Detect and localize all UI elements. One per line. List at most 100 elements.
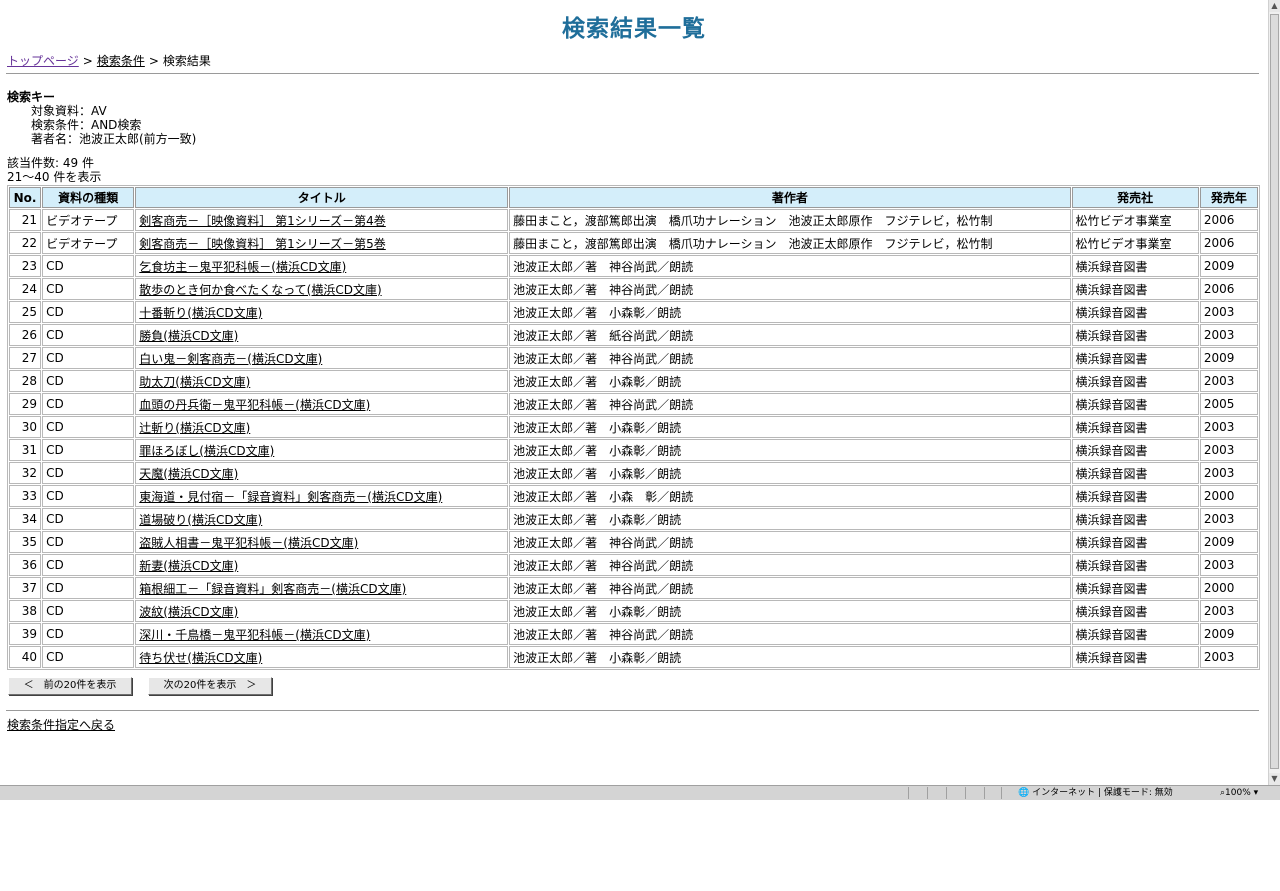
status-cell: [927, 787, 946, 799]
cell-publisher: 横浜録音図書: [1071, 531, 1199, 553]
cell-publisher: 横浜録音図書: [1071, 462, 1199, 484]
cell-no: 26: [9, 324, 42, 346]
results-table: No. 資料の種類 タイトル 著作者 発売社 発売年 21 ビデオテープ 剣客商売－…: [7, 185, 1260, 670]
title-link[interactable]: 剣客商売－［映像資料］ 第1シリーズ－第4巻: [139, 214, 386, 228]
cell-type: CD: [42, 600, 135, 622]
cell-type: CD: [42, 646, 135, 668]
search-key-condition: 検索条件：AND検索: [31, 118, 142, 132]
breadcrumb-search-conditions-link[interactable]: 検索条件: [97, 54, 145, 68]
status-bar: 🌐 インターネット | 保護モード: 無効 ⌕100% ▾: [0, 785, 1280, 800]
cell-type: CD: [42, 255, 135, 277]
divider: [6, 73, 1259, 74]
cell-type: CD: [42, 623, 135, 645]
prev-page-button[interactable]: ＜ 前の20件を表示: [8, 677, 132, 695]
col-header-year: 発売年: [1199, 187, 1258, 208]
title-link[interactable]: 血頭の丹兵衛－鬼平犯科帳－(横浜CD文庫): [139, 398, 370, 412]
cell-year: 2003: [1199, 600, 1258, 622]
title-link[interactable]: 剣客商売－［映像資料］ 第1シリーズ－第5巻: [139, 237, 386, 251]
cell-no: 38: [9, 600, 42, 622]
cell-year: 2006: [1199, 209, 1258, 231]
cell-year: 2005: [1199, 393, 1258, 415]
breadcrumb-current: 検索結果: [162, 54, 211, 68]
cell-title: 助太刀(横浜CD文庫): [135, 370, 509, 392]
title-link[interactable]: 深川・千鳥橋－鬼平犯科帳－(横浜CD文庫): [139, 628, 370, 642]
cell-publisher: 横浜録音図書: [1071, 439, 1199, 461]
title-link[interactable]: 新妻(横浜CD文庫): [139, 559, 238, 573]
title-link[interactable]: 罪ほろぼし(横浜CD文庫): [139, 444, 274, 458]
cell-author: 池波正太郎／著 神谷尚武／朗読: [509, 577, 1071, 599]
breadcrumb-top-link[interactable]: トップページ: [7, 54, 79, 68]
cell-author: 藤田まこと，渡部篤郎出演 橋爪功ナレーション 池波正太郎原作 フジテレビ，松竹制: [509, 209, 1071, 231]
table-row: 24 CD 散歩のとき何か食べたくなって(横浜CD文庫) 池波正太郎／著 神谷尚武／朗…: [9, 278, 1258, 300]
title-link[interactable]: 散歩のとき何か食べたくなって(横浜CD文庫): [139, 283, 381, 297]
cell-no: 33: [9, 485, 42, 507]
title-link[interactable]: 助太刀(横浜CD文庫): [139, 375, 250, 389]
cell-no: 34: [9, 508, 42, 530]
title-link[interactable]: 天魔(横浜CD文庫): [139, 467, 238, 481]
cell-year: 2009: [1199, 255, 1258, 277]
table-row: 35 CD 盗賊人相書－鬼平犯科帳－(横浜CD文庫) 池波正太郎／著 神谷尚武／朗読横…: [9, 531, 1258, 553]
cell-year: 2003: [1199, 554, 1258, 576]
title-link[interactable]: 辻斬り(横浜CD文庫): [139, 421, 250, 435]
cell-title: 罪ほろぼし(横浜CD文庫): [135, 439, 509, 461]
cell-year: 2009: [1199, 623, 1258, 645]
cell-no: 36: [9, 554, 42, 576]
display-range: 21～40 件を表示: [7, 170, 102, 184]
table-row: 37 CD 箱根細工－「録音資料」剣客商売－(横浜CD文庫) 池波正太郎／著 神谷尚武…: [9, 577, 1258, 599]
title-link[interactable]: 白い鬼－剣客商売－(横浜CD文庫): [139, 352, 322, 366]
scroll-down-icon[interactable]: ▼: [1269, 773, 1280, 785]
title-link[interactable]: 道場破り(横浜CD文庫): [139, 513, 262, 527]
cell-publisher: 横浜録音図書: [1071, 600, 1199, 622]
cell-author: 池波正太郎／著 小森彰／朗読: [509, 439, 1071, 461]
title-link[interactable]: 盗賊人相書－鬼平犯科帳－(横浜CD文庫): [139, 536, 358, 550]
cell-year: 2003: [1199, 646, 1258, 668]
table-row: 26 CD 勝負(横浜CD文庫) 池波正太郎／著 紙谷尚武／朗読 横浜録音図書 2003: [9, 324, 1258, 346]
cell-no: 37: [9, 577, 42, 599]
cell-title: 盗賊人相書－鬼平犯科帳－(横浜CD文庫): [135, 531, 509, 553]
cell-publisher: 松竹ビデオ事業室: [1071, 232, 1199, 254]
cell-title: 道場破り(横浜CD文庫): [135, 508, 509, 530]
breadcrumb-separator: >: [148, 54, 159, 68]
cell-author: 池波正太郎／著 小森彰／朗読: [509, 646, 1071, 668]
cell-year: 2003: [1199, 301, 1258, 323]
back-to-search-link[interactable]: 検索条件指定へ戻る: [7, 716, 115, 733]
status-cell: [984, 787, 1001, 799]
cell-publisher: 横浜録音図書: [1071, 623, 1199, 645]
cell-publisher: 横浜録音図書: [1071, 554, 1199, 576]
cell-year: 2003: [1199, 370, 1258, 392]
cell-title: 東海道・見付宿－「録音資料」剣客商売－(横浜CD文庫): [135, 485, 509, 507]
cell-publisher: 横浜録音図書: [1071, 485, 1199, 507]
table-row: 36 CD 新妻(横浜CD文庫) 池波正太郎／著 神谷尚武／朗読 横浜録音図書 2003: [9, 554, 1258, 576]
title-link[interactable]: 勝負(横浜CD文庫): [139, 329, 238, 343]
cell-year: 2009: [1199, 347, 1258, 369]
scroll-thumb[interactable]: [1270, 14, 1279, 769]
cell-type: CD: [42, 324, 135, 346]
table-row: 28 CD 助太刀(横浜CD文庫) 池波正太郎／著 小森彰／朗読 横浜録音図書 2003: [9, 370, 1258, 392]
cell-type: CD: [42, 439, 135, 461]
cell-publisher: 横浜録音図書: [1071, 255, 1199, 277]
next-page-button[interactable]: 次の20件を表示 ＞: [148, 677, 272, 695]
title-link[interactable]: 待ち伏せ(横浜CD文庫): [139, 651, 262, 665]
cell-title: 白い鬼－剣客商売－(横浜CD文庫): [135, 347, 509, 369]
title-link[interactable]: 東海道・見付宿－「録音資料」剣客商売－(横浜CD文庫): [139, 490, 442, 504]
vertical-scrollbar[interactable]: ▲ ▼: [1268, 0, 1280, 785]
breadcrumb-separator: >: [82, 54, 93, 68]
col-header-title: タイトル: [135, 187, 509, 208]
breadcrumb: トップページ > 検索条件 > 検索結果: [7, 52, 211, 69]
status-cell: [946, 787, 965, 799]
title-link[interactable]: 波紋(横浜CD文庫): [139, 605, 238, 619]
scroll-up-icon[interactable]: ▲: [1269, 0, 1280, 12]
cell-title: 剣客商売－［映像資料］ 第1シリーズ－第4巻: [135, 209, 509, 231]
title-link[interactable]: 乞食坊主－鬼平犯科帳－(横浜CD文庫): [139, 260, 346, 274]
cell-author: 池波正太郎／著 小森彰／朗読: [509, 462, 1071, 484]
title-link[interactable]: 十番斬り(横浜CD文庫): [139, 306, 262, 320]
cell-no: 40: [9, 646, 42, 668]
search-key-target: 対象資料：AV: [31, 104, 107, 118]
total-count: 該当件数: 49 件: [7, 156, 94, 170]
cell-type: CD: [42, 485, 135, 507]
zoom-control[interactable]: ⌕100% ▾: [1220, 787, 1258, 799]
cell-type: CD: [42, 508, 135, 530]
title-link[interactable]: 箱根細工－「録音資料」剣客商売－(横浜CD文庫): [139, 582, 406, 596]
table-row: 22 ビデオテープ 剣客商売－［映像資料］ 第1シリーズ－第5巻 藤田まこと，渡部篤郎…: [9, 232, 1258, 254]
cell-author: 池波正太郎／著 小森 彰／朗読: [509, 485, 1071, 507]
